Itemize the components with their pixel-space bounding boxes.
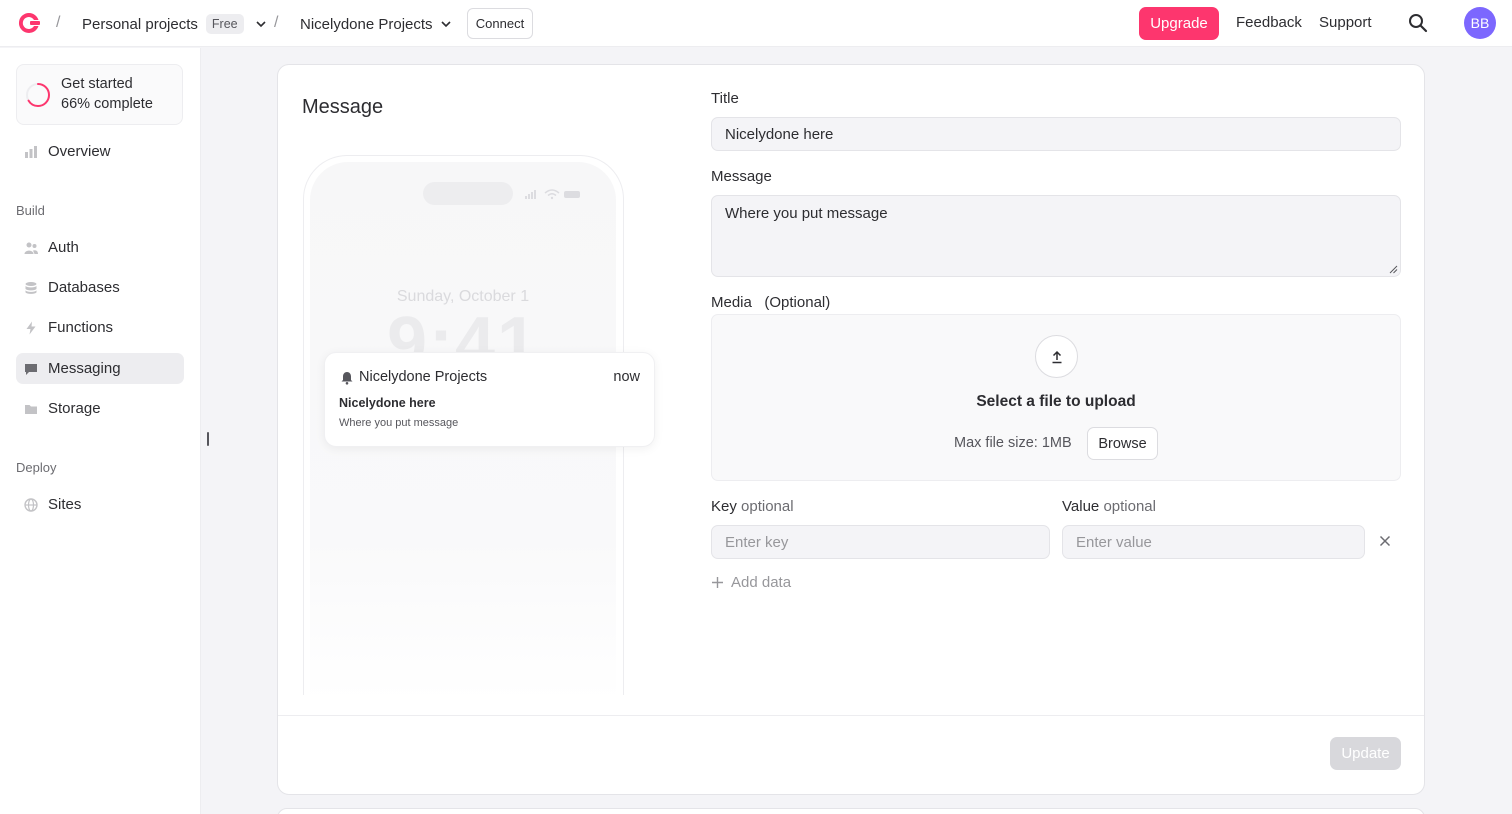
progress-ring-icon	[26, 83, 50, 107]
upload-dropzone[interactable]: Select a file to upload Max file size: 1…	[711, 314, 1401, 481]
sidebar-item-functions[interactable]: Functions	[16, 312, 184, 343]
chevron-down-icon	[256, 21, 266, 28]
media-optional: (Optional)	[764, 294, 831, 311]
message-card: Message Sunday, October 1 9:41 Nicelydon…	[277, 64, 1425, 795]
plan-badge: Free	[205, 14, 244, 34]
upload-title: Select a file to upload	[976, 393, 1136, 410]
sidebar-item-label: Messaging	[48, 360, 121, 377]
breadcrumb-org[interactable]: Personal projects Free	[82, 13, 268, 35]
value-optional: optional	[1103, 498, 1156, 515]
add-data-button[interactable]: Add data	[711, 574, 791, 591]
title-label: Title	[711, 90, 739, 107]
message-text: Where you put message	[725, 205, 888, 222]
breadcrumb-separator: /	[56, 14, 61, 31]
upload-max-size: Max file size: 1MB	[954, 435, 1072, 451]
bell-icon	[341, 372, 353, 385]
notification-title: Nicelydone here	[339, 396, 436, 410]
browse-button[interactable]: Browse	[1087, 427, 1158, 460]
media-label: Media (Optional)	[711, 294, 830, 311]
sidebar: Get started 66% complete Overview Build …	[0, 48, 201, 814]
feedback-link[interactable]: Feedback	[1236, 14, 1302, 31]
sidebar-item-messaging[interactable]: Messaging	[16, 353, 184, 384]
upgrade-button[interactable]: Upgrade	[1139, 7, 1219, 40]
sidebar-item-label: Databases	[48, 279, 120, 296]
notification-preview: Nicelydone Projects now Nicelydone here …	[324, 352, 655, 447]
key-input[interactable]: Enter key	[711, 525, 1050, 559]
breadcrumb-separator: /	[274, 14, 279, 31]
build-section-label: Build	[16, 203, 45, 218]
sidebar-item-overview[interactable]: Overview	[16, 136, 184, 167]
bar-chart-icon	[25, 145, 37, 158]
search-icon[interactable]	[1408, 13, 1428, 33]
add-data-label: Add data	[731, 574, 792, 591]
sidebar-item-label: Overview	[48, 143, 111, 160]
support-link[interactable]: Support	[1319, 14, 1372, 31]
title-input[interactable]: Nicelydone here	[711, 117, 1401, 151]
get-started-title: Get started	[61, 76, 133, 92]
status-bar-icons	[525, 189, 580, 200]
sidebar-item-label: Functions	[48, 319, 114, 336]
value-input[interactable]: Enter value	[1062, 525, 1365, 559]
key-label: Key optional	[711, 498, 794, 515]
close-icon[interactable]	[1379, 535, 1391, 547]
update-button[interactable]: Update	[1330, 737, 1401, 770]
org-name: Personal projects	[82, 15, 198, 33]
appwrite-logo-icon[interactable]	[16, 10, 42, 36]
resize-grip-icon[interactable]	[1389, 265, 1398, 274]
value-label: Value optional	[1062, 498, 1156, 515]
card-footer-divider	[278, 715, 1424, 716]
notification-app-name: Nicelydone Projects	[359, 369, 488, 385]
upload-icon	[1052, 350, 1061, 363]
deploy-section-label: Deploy	[16, 460, 57, 475]
message-label: Message	[711, 168, 772, 185]
key-optional: optional	[741, 498, 794, 515]
key-label-text: Key	[711, 498, 737, 515]
chevron-down-icon	[440, 21, 451, 28]
sidebar-item-storage[interactable]: Storage	[16, 393, 184, 424]
sidebar-resize-handle[interactable]	[207, 432, 209, 446]
get-started-progress: 66% complete	[61, 96, 153, 112]
sidebar-item-label: Sites	[48, 496, 82, 513]
connect-button[interactable]: Connect	[467, 8, 533, 39]
lightning-icon	[26, 321, 36, 334]
dynamic-island	[423, 182, 513, 205]
card-title: Message	[302, 96, 384, 118]
sidebar-item-label: Auth	[48, 239, 79, 256]
sidebar-item-auth[interactable]: Auth	[16, 232, 184, 263]
project-name: Nicelydone Projects	[300, 15, 433, 33]
plus-icon	[712, 577, 723, 588]
sidebar-item-sites[interactable]: Sites	[16, 489, 184, 520]
database-icon	[25, 281, 37, 294]
upload-icon-container	[1035, 335, 1078, 378]
avatar[interactable]: BB	[1464, 7, 1496, 39]
globe-icon	[24, 497, 38, 512]
media-label-text: Media	[711, 294, 752, 311]
sidebar-item-databases[interactable]: Databases	[16, 272, 184, 303]
notification-body: Where you put message	[339, 417, 459, 429]
sidebar-item-label: Storage	[48, 400, 101, 417]
top-bar: / Personal projects Free / Nicelydone Pr…	[0, 0, 1512, 47]
users-icon	[24, 242, 38, 254]
get-started-card[interactable]: Get started 66% complete	[16, 64, 183, 125]
breadcrumb-project[interactable]: Nicelydone Projects	[300, 13, 453, 35]
notification-time: now	[613, 369, 640, 385]
chat-icon	[25, 363, 37, 375]
folder-icon	[25, 404, 37, 414]
next-card-peek	[277, 808, 1425, 814]
message-textarea[interactable]: Where you put message	[711, 195, 1401, 277]
value-label-text: Value	[1062, 498, 1100, 515]
